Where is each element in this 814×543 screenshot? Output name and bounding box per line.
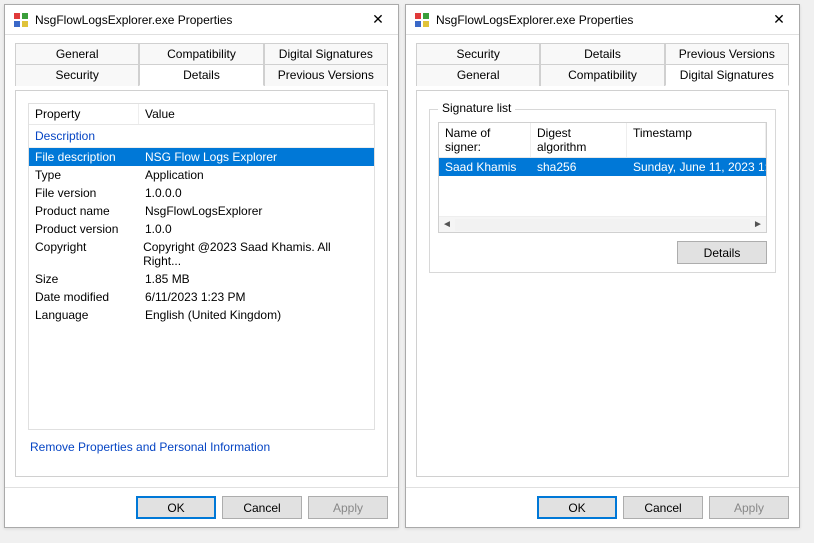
cancel-button[interactable]: Cancel bbox=[623, 496, 703, 519]
prop-name: Size bbox=[35, 272, 145, 286]
prop-value: Copyright @2023 Saad Khamis. All Right..… bbox=[143, 240, 368, 268]
col-value[interactable]: Value bbox=[139, 104, 374, 124]
cancel-button[interactable]: Cancel bbox=[222, 496, 302, 519]
horizontal-scrollbar[interactable]: ◄ ► bbox=[439, 216, 766, 232]
table-row[interactable]: Product name NsgFlowLogsExplorer bbox=[29, 202, 374, 220]
property-table: Property Value Description File descript… bbox=[28, 103, 375, 430]
prop-name: Language bbox=[35, 308, 145, 322]
table-row[interactable]: Copyright Copyright @2023 Saad Khamis. A… bbox=[29, 238, 374, 270]
prop-value: NSG Flow Logs Explorer bbox=[145, 150, 277, 164]
app-icon bbox=[414, 12, 430, 28]
content-area: General Compatibility Digital Signatures… bbox=[5, 35, 398, 487]
signer-name: Saad Khamis bbox=[439, 158, 531, 176]
link-row: Remove Properties and Personal Informati… bbox=[28, 430, 375, 464]
button-bar: OK Cancel Apply bbox=[406, 487, 799, 527]
prop-value: Application bbox=[145, 168, 204, 182]
prop-value: 1.0.0.0 bbox=[145, 186, 182, 200]
tab-digital-signatures[interactable]: Digital Signatures bbox=[264, 43, 388, 64]
apply-button[interactable]: Apply bbox=[308, 496, 388, 519]
signatures-panel: Signature list Name of signer: Digest al… bbox=[416, 90, 789, 477]
tab-details[interactable]: Details bbox=[540, 43, 664, 64]
prop-name: File description bbox=[35, 150, 145, 164]
signature-list-group: Signature list Name of signer: Digest al… bbox=[429, 109, 776, 273]
tab-security[interactable]: Security bbox=[416, 43, 540, 64]
titlebar: NsgFlowLogsExplorer.exe Properties ✕ bbox=[406, 5, 799, 35]
digest-alg: sha256 bbox=[531, 158, 627, 176]
scroll-left-icon[interactable]: ◄ bbox=[439, 219, 455, 230]
titlebar: NsgFlowLogsExplorer.exe Properties ✕ bbox=[5, 5, 398, 35]
col-timestamp[interactable]: Timestamp bbox=[627, 123, 766, 157]
window-title: NsgFlowLogsExplorer.exe Properties bbox=[35, 13, 364, 27]
scroll-track[interactable] bbox=[455, 219, 750, 231]
details-button[interactable]: Details bbox=[677, 241, 767, 264]
table-row[interactable]: File version 1.0.0.0 bbox=[29, 184, 374, 202]
table-row[interactable]: Language English (United Kingdom) bbox=[29, 306, 374, 324]
window-title: NsgFlowLogsExplorer.exe Properties bbox=[436, 13, 765, 27]
tab-control: General Compatibility Digital Signatures… bbox=[15, 43, 388, 86]
ok-button[interactable]: OK bbox=[537, 496, 617, 519]
button-bar: OK Cancel Apply bbox=[5, 487, 398, 527]
remove-properties-link[interactable]: Remove Properties and Personal Informati… bbox=[30, 440, 270, 454]
list-empty-area bbox=[439, 176, 766, 216]
tab-digital-signatures[interactable]: Digital Signatures bbox=[665, 64, 789, 86]
table-row[interactable]: Size 1.85 MB bbox=[29, 270, 374, 288]
properties-dialog-details: NsgFlowLogsExplorer.exe Properties ✕ Gen… bbox=[4, 4, 399, 528]
tab-details[interactable]: Details bbox=[139, 64, 263, 86]
prop-value: 1.85 MB bbox=[145, 272, 190, 286]
tab-general[interactable]: General bbox=[15, 43, 139, 64]
prop-value: NsgFlowLogsExplorer bbox=[145, 204, 262, 218]
close-button[interactable]: ✕ bbox=[765, 10, 793, 30]
tab-compatibility[interactable]: Compatibility bbox=[139, 43, 263, 64]
apply-button[interactable]: Apply bbox=[709, 496, 789, 519]
table-row[interactable]: Product version 1.0.0 bbox=[29, 220, 374, 238]
tab-compatibility[interactable]: Compatibility bbox=[540, 64, 664, 86]
content-area: Security Details Previous Versions Gener… bbox=[406, 35, 799, 487]
tab-security[interactable]: Security bbox=[15, 64, 139, 86]
tab-general[interactable]: General bbox=[416, 64, 540, 86]
section-description: Description bbox=[29, 125, 374, 148]
scroll-right-icon[interactable]: ► bbox=[750, 219, 766, 230]
prop-name: Date modified bbox=[35, 290, 145, 304]
prop-value: 1.0.0 bbox=[145, 222, 172, 236]
prop-name: Copyright bbox=[35, 240, 143, 268]
prop-name: Type bbox=[35, 168, 145, 182]
table-row[interactable]: Type Application bbox=[29, 166, 374, 184]
tab-previous-versions[interactable]: Previous Versions bbox=[264, 64, 388, 86]
properties-dialog-signatures: NsgFlowLogsExplorer.exe Properties ✕ Sec… bbox=[405, 4, 800, 528]
details-panel: Property Value Description File descript… bbox=[15, 90, 388, 477]
prop-name: File version bbox=[35, 186, 145, 200]
signature-list: Name of signer: Digest algorithm Timesta… bbox=[438, 122, 767, 233]
col-property[interactable]: Property bbox=[29, 104, 139, 124]
signature-row[interactable]: Saad Khamis sha256 Sunday, June 11, 2023… bbox=[439, 158, 766, 176]
ok-button[interactable]: OK bbox=[136, 496, 216, 519]
prop-value: 6/11/2023 1:23 PM bbox=[145, 290, 246, 304]
prop-name: Product version bbox=[35, 222, 145, 236]
tab-control: Security Details Previous Versions Gener… bbox=[416, 43, 789, 86]
group-legend: Signature list bbox=[438, 101, 515, 115]
prop-value: English (United Kingdom) bbox=[145, 308, 281, 322]
close-button[interactable]: ✕ bbox=[364, 10, 392, 30]
sig-timestamp: Sunday, June 11, 2023 1:23:1 bbox=[627, 158, 766, 176]
table-row[interactable]: Date modified 6/11/2023 1:23 PM bbox=[29, 288, 374, 306]
app-icon bbox=[13, 12, 29, 28]
prop-name: Product name bbox=[35, 204, 145, 218]
spacer bbox=[429, 273, 776, 464]
col-signer[interactable]: Name of signer: bbox=[439, 123, 531, 157]
table-row[interactable]: File description NSG Flow Logs Explorer bbox=[29, 148, 374, 166]
tab-previous-versions[interactable]: Previous Versions bbox=[665, 43, 789, 64]
col-digest[interactable]: Digest algorithm bbox=[531, 123, 627, 157]
